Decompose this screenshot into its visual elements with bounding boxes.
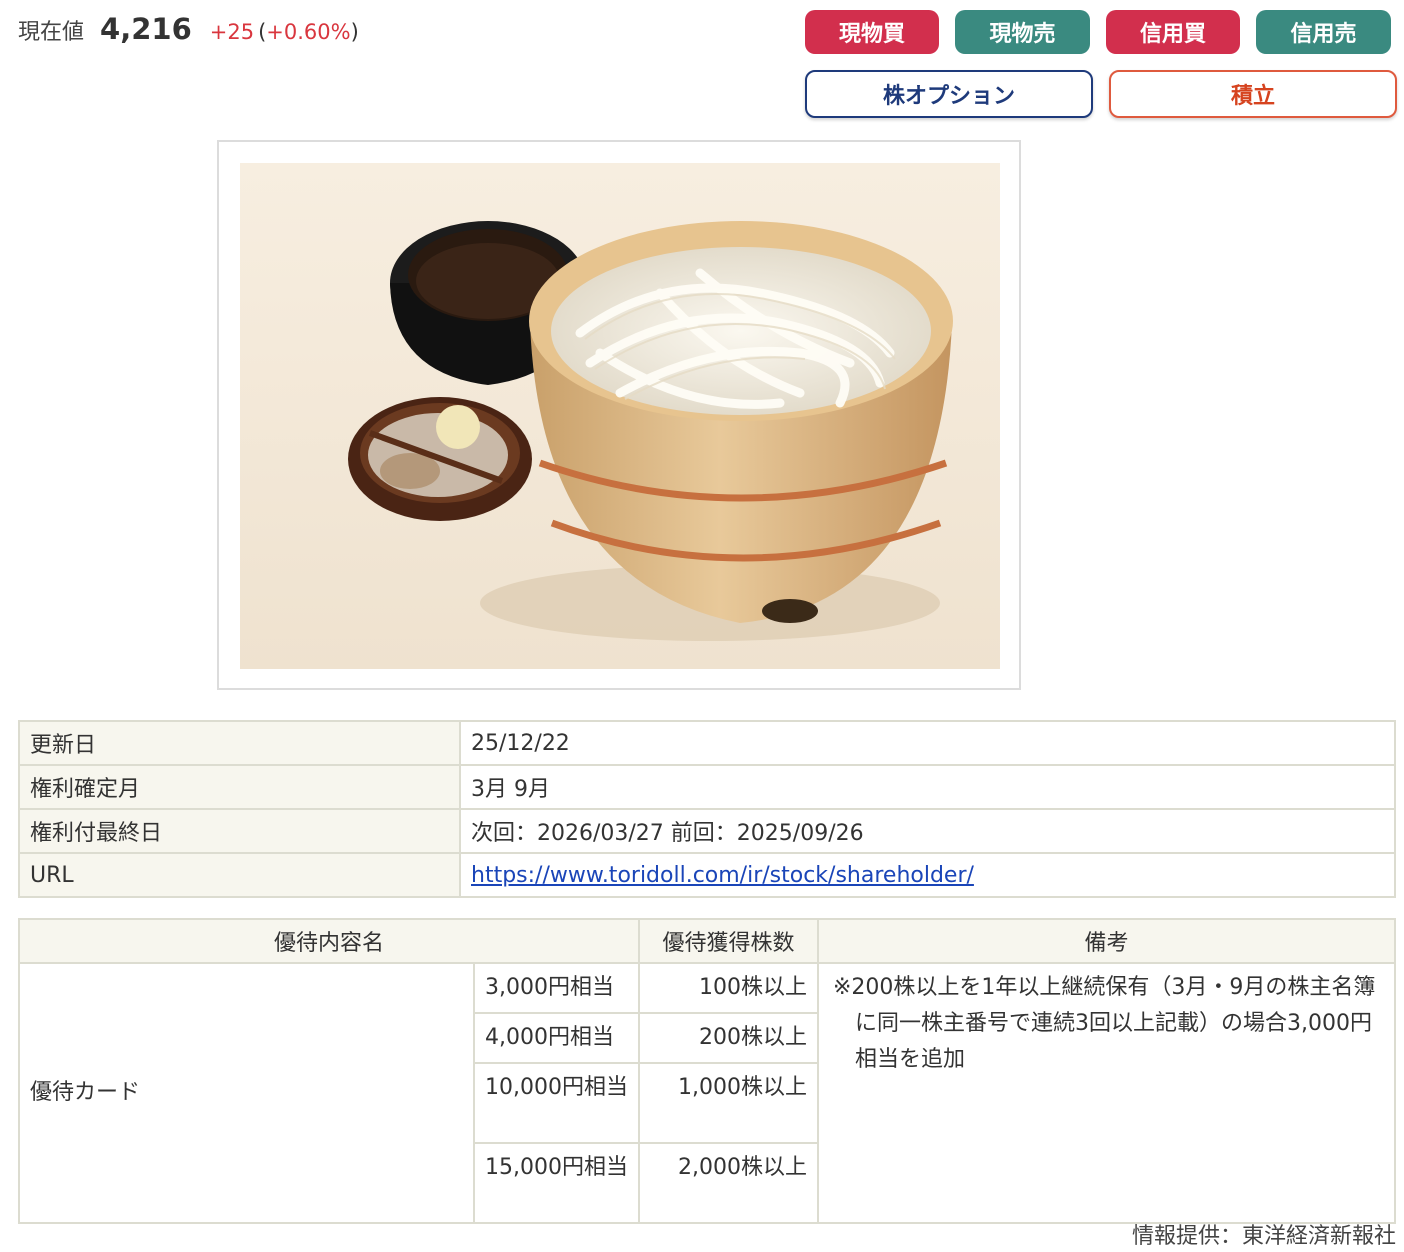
spot-sell-button[interactable]: 現物売	[955, 10, 1090, 54]
price-change-percent: +0.60%	[266, 20, 351, 44]
perk-amount: 10,000円相当	[473, 1062, 640, 1144]
margin-sell-button[interactable]: 信用売	[1256, 10, 1391, 54]
update-date-value: 25/12/22	[459, 720, 1396, 766]
perk-amount: 15,000円相当	[473, 1142, 640, 1224]
header-row: 優待内容名 優待獲得株数 備考	[18, 918, 1396, 964]
table-row: URL https://www.toridoll.com/ir/stock/sh…	[18, 852, 1396, 898]
perk-name: 優待カード	[18, 962, 475, 1224]
perk-shares-header: 優待獲得株数	[638, 918, 819, 964]
perk-shares: 200株以上	[638, 1012, 819, 1064]
margin-buy-button[interactable]: 信用買	[1106, 10, 1240, 54]
stock-option-button[interactable]: 株オプション	[805, 70, 1093, 118]
table-row: 権利付最終日 次回：2026/03/27 前回：2025/09/26	[18, 808, 1396, 854]
url-label: URL	[18, 852, 461, 898]
table-row: 更新日 25/12/22	[18, 720, 1396, 766]
record-month-label: 権利確定月	[18, 764, 461, 810]
last-rights-date-value: 次回：2026/03/27 前回：2025/09/26	[459, 808, 1396, 854]
shareholder-url-link[interactable]: https://www.toridoll.com/ir/stock/shareh…	[471, 863, 974, 888]
perk-amount: 3,000円相当	[473, 962, 640, 1014]
perk-image-frame	[217, 140, 1021, 690]
record-month-value: 3月 9月	[459, 764, 1396, 810]
quote-bar: 現在値 4,216 +25 ( +0.60% )	[18, 12, 359, 48]
perk-shares: 2,000株以上	[638, 1142, 819, 1224]
udon-photo	[240, 163, 1000, 669]
table-row: 権利確定月 3月 9月	[18, 764, 1396, 810]
perk-name-header: 優待内容名	[18, 918, 640, 964]
paren-close: )	[350, 20, 359, 44]
perk-shares: 1,000株以上	[638, 1062, 819, 1144]
perk-note-header: 備考	[817, 918, 1396, 964]
data-source-credit: 情報提供：東洋経済新報社	[1131, 1224, 1396, 1249]
perk-shares: 100株以上	[638, 962, 819, 1014]
current-price-label: 現在値	[18, 20, 85, 45]
update-date-label: 更新日	[18, 720, 461, 766]
perk-note: ※200株以上を1年以上継続保有（3月・9月の株主名簿に同一株主番号で連続3回以…	[833, 975, 1376, 1072]
price-change: +25	[209, 20, 255, 44]
current-price: 4,216	[100, 12, 192, 46]
spot-buy-button[interactable]: 現物買	[805, 10, 939, 54]
accumulate-button[interactable]: 積立	[1109, 70, 1397, 118]
paren-open: (	[258, 20, 267, 44]
perk-amount: 4,000円相当	[473, 1012, 640, 1064]
perk-details-table: 優待内容名 優待獲得株数 備考 優待カード 3,000円相当 100株以上 ※2…	[18, 918, 1396, 1224]
perk-info-table: 更新日 25/12/22 権利確定月 3月 9月 権利付最終日 次回：2026/…	[18, 720, 1396, 898]
table-row: 優待カード 3,000円相当 100株以上 ※200株以上を1年以上継続保有（3…	[18, 962, 1396, 1224]
last-rights-date-label: 権利付最終日	[18, 808, 461, 854]
